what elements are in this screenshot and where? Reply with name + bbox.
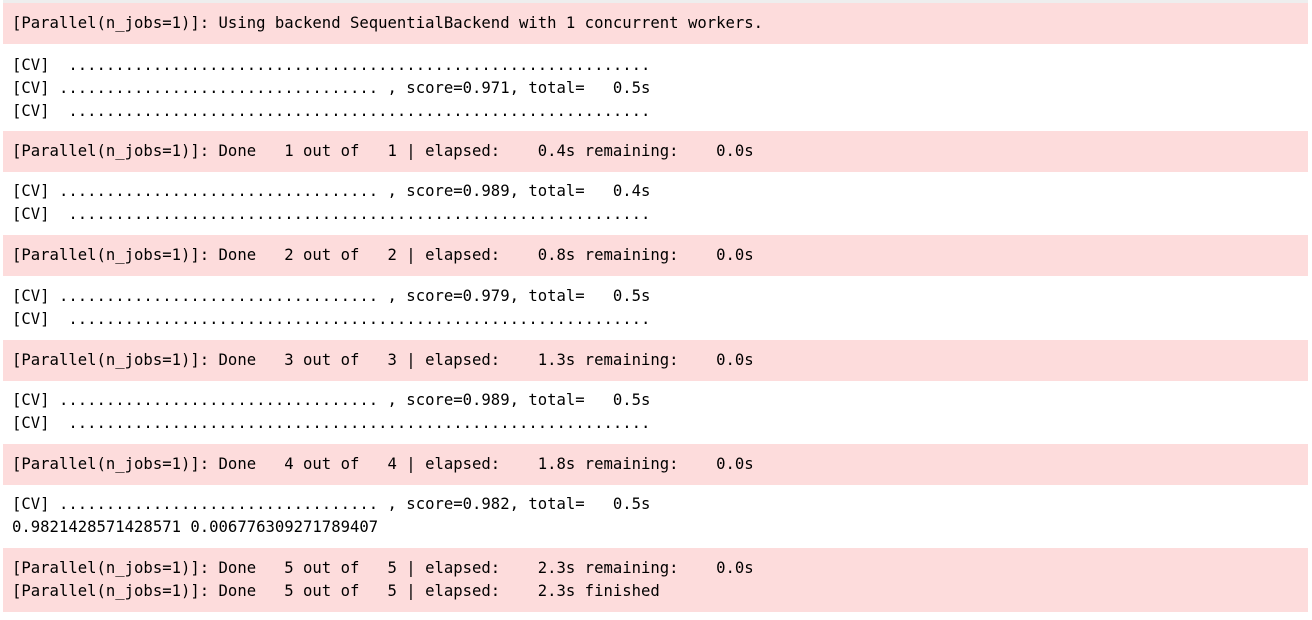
stdout-line: [CV] ...................................… [12, 205, 651, 223]
stdout-line: [CV] .................................. … [12, 391, 651, 409]
stdout-line: [CV] .................................. … [12, 182, 651, 200]
stdout-line: 0.9821428571428571 0.006776309271789407 [12, 518, 379, 536]
stderr-output-block: [Parallel(n_jobs=1)]: Done 4 out of 4 | … [3, 444, 1308, 485]
stdout-line: [CV] .................................. … [12, 79, 651, 97]
stderr-line: [Parallel(n_jobs=1)]: Done 4 out of 4 | … [12, 455, 754, 473]
stdout-output-block: [CV] .................................. … [3, 389, 1308, 435]
stdout-line: [CV] ...................................… [12, 56, 651, 74]
stdout-line: [CV] ...................................… [12, 414, 651, 432]
stderr-output-block: [Parallel(n_jobs=1)]: Done 5 out of 5 | … [3, 548, 1308, 612]
stdout-output-block: [CV] ...................................… [3, 54, 1308, 123]
stderr-output-block: [Parallel(n_jobs=1)]: Done 3 out of 3 | … [3, 340, 1308, 381]
stdout-output-block: [CV] .................................. … [3, 285, 1308, 331]
stderr-line: [Parallel(n_jobs=1)]: Done 5 out of 5 | … [12, 559, 754, 577]
stderr-line: [Parallel(n_jobs=1)]: Using backend Sequ… [12, 14, 764, 32]
stdout-line: [CV] ...................................… [12, 102, 651, 120]
stderr-output-block: [Parallel(n_jobs=1)]: Using backend Sequ… [3, 3, 1308, 44]
stdout-output-block: [CV] .................................. … [3, 180, 1308, 226]
stdout-line: [CV] ...................................… [12, 310, 651, 328]
stdout-line: [CV] .................................. … [12, 287, 651, 305]
stderr-line: [Parallel(n_jobs=1)]: Done 5 out of 5 | … [12, 582, 660, 600]
stdout-output-block: [CV] .................................. … [3, 493, 1308, 539]
stderr-output-block: [Parallel(n_jobs=1)]: Done 2 out of 2 | … [3, 235, 1308, 276]
stdout-line: [CV] .................................. … [12, 495, 651, 513]
stderr-line: [Parallel(n_jobs=1)]: Done 1 out of 1 | … [12, 142, 754, 160]
stderr-line: [Parallel(n_jobs=1)]: Done 2 out of 2 | … [12, 246, 754, 264]
stderr-line: [Parallel(n_jobs=1)]: Done 3 out of 3 | … [12, 351, 754, 369]
stderr-output-block: [Parallel(n_jobs=1)]: Done 1 out of 1 | … [3, 131, 1308, 172]
